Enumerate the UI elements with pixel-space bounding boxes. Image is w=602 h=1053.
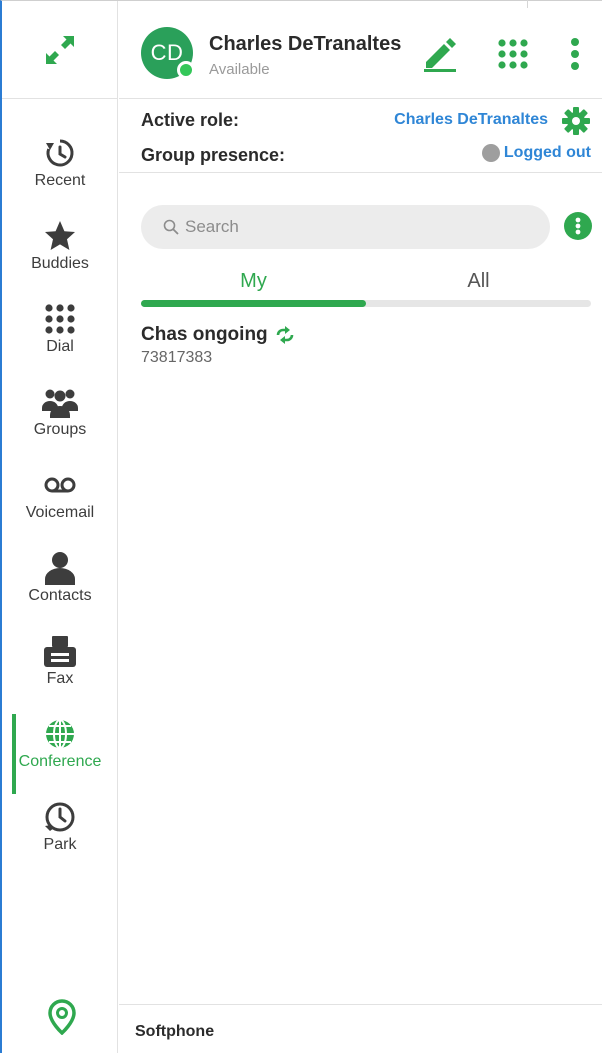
more-button[interactable] [554,33,596,75]
star-icon [42,218,78,254]
search-icon [163,219,179,235]
sidebar-item-conference[interactable]: Conference [2,714,118,798]
sidebar-item-label: Buddies [31,255,89,272]
sidebar-item-label: Contacts [28,587,92,604]
sidebar-item-dial[interactable]: Dial [2,301,118,383]
sidebar-item-label: Conference [18,753,102,770]
group-presence-link[interactable]: Logged out [481,144,591,162]
recurring-icon [274,326,296,344]
sidebar-item-label: Fax [46,670,74,687]
more-vertical-icon [571,38,579,70]
header: CD Charles DeTranaltes Available [119,1,602,99]
sidebar: Recent Buddies Dial Groups Voicemail Con… [2,1,118,1053]
sidebar-item-groups[interactable]: Groups [2,384,118,466]
user-status[interactable]: Available [209,61,270,78]
presence-status-dot [481,144,500,162]
gear-icon [562,107,590,135]
softphone-label: Softphone [135,1023,215,1040]
expand-button[interactable] [2,1,118,99]
sidebar-item-label: Park [43,836,77,853]
list-item[interactable]: Chas ongoing 73817383 [141,324,591,376]
dialpad-icon [498,39,528,69]
search-box[interactable] [141,205,550,249]
globe-phone-icon [42,716,78,752]
sidebar-item-buddies[interactable]: Buddies [2,218,118,300]
fax-icon [42,633,78,669]
tab-indicator [141,300,366,307]
group-presence-value: Logged out [503,144,591,161]
clock-phone-icon [42,799,78,835]
expand-arrows-icon [46,35,74,64]
contact-icon [42,550,78,586]
conference-number: 73817383 [141,349,213,366]
sidebar-item-contacts[interactable]: Contacts [2,550,118,632]
sidebar-item-label: Voicemail [25,504,95,521]
active-role-link[interactable]: Charles DeTranaltes [394,111,548,129]
location-button[interactable] [46,997,78,1037]
active-role-label: Active role: [141,110,240,130]
search-input[interactable] [185,217,525,237]
footer: Softphone [119,1004,602,1053]
edit-button[interactable] [419,33,461,75]
info-button[interactable] [564,212,592,240]
location-pin-icon [48,999,76,1035]
tab-my[interactable]: My [141,270,366,293]
conference-title: Chas ongoing [141,324,268,345]
pencil-icon [424,38,456,72]
tab-track [141,300,591,307]
sidebar-item-fax[interactable]: Fax [2,633,118,715]
group-presence-label: Group presence: [141,145,286,165]
sidebar-item-voicemail[interactable]: Voicemail [2,467,118,549]
voicemail-icon [42,467,78,503]
sidebar-item-label: Groups [33,421,87,438]
sidebar-item-park[interactable]: Park [2,799,118,881]
history-icon [42,135,78,171]
dialpad-button[interactable] [492,33,534,75]
sidebar-item-label: Dial [46,338,74,355]
group-icon [42,384,78,420]
role-settings-button[interactable] [560,105,592,137]
role-panel: Active role: Charles DeTranaltes Group p… [119,99,602,173]
status-indicator [177,61,195,79]
user-name: Charles DeTranaltes [209,33,402,55]
tab-all[interactable]: All [366,270,591,293]
sidebar-item-recent[interactable]: Recent [2,135,118,217]
sidebar-item-label: Recent [34,172,86,189]
info-dots-icon [575,217,581,235]
dialpad-icon [42,301,78,337]
